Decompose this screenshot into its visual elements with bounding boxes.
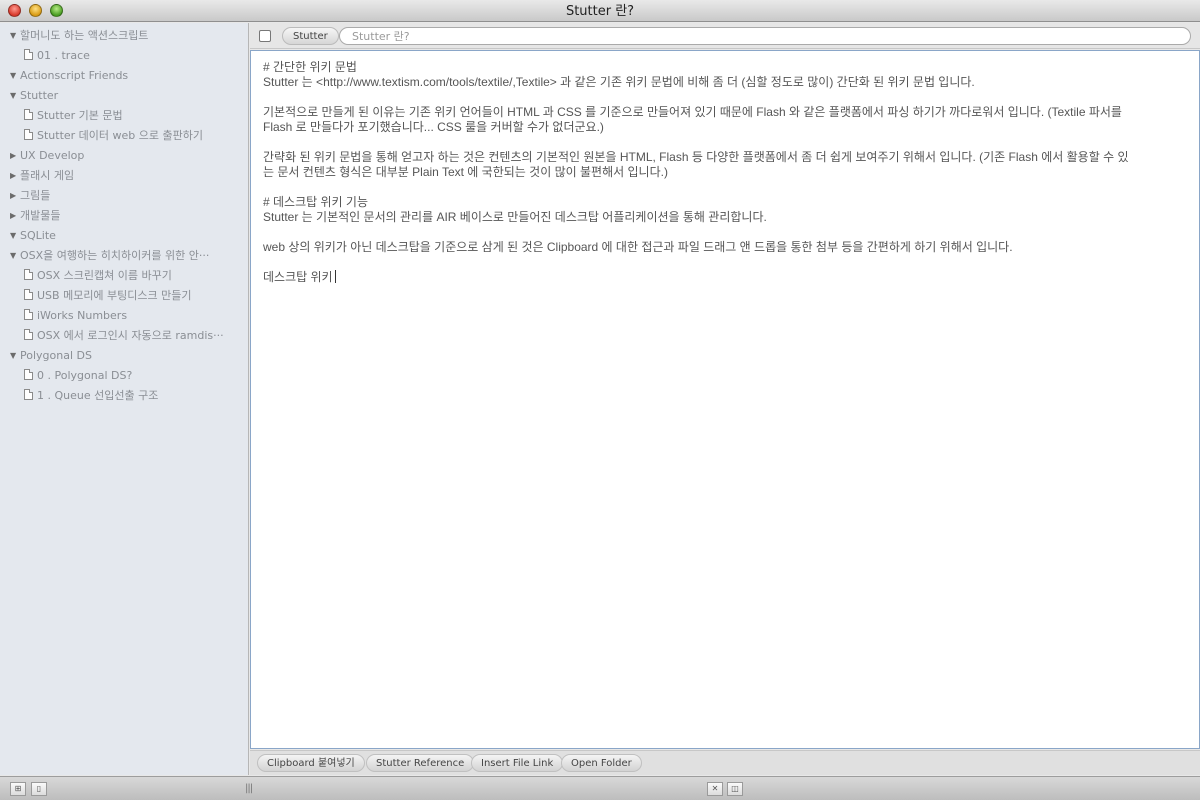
sidebar-item-label: Stutter 데이터 web 으로 출판하기 — [37, 129, 203, 142]
status-bar: ⊞ ▯ ||| ✕ ◫ — [0, 776, 1200, 800]
document-icon — [24, 109, 33, 120]
sidebar-item-label: SQLite — [20, 229, 56, 242]
editor-line: 간략화 된 위키 문법을 통해 얻고자 하는 것은 컨텐츠의 기본적인 원본을 … — [263, 150, 1129, 164]
disclosure-open-icon[interactable]: ▼ — [10, 66, 20, 86]
text-editor[interactable]: # 간단한 위키 문법 Stutter 는 <http://www.textism… — [250, 50, 1200, 749]
sidebar-item-label: 0 . Polygonal DS? — [37, 369, 133, 382]
stutter-reference-button[interactable]: Stutter Reference — [366, 754, 475, 772]
editor-line: web 상의 위키가 아닌 데스크탑을 기준으로 삼게 된 것은 Clipboa… — [263, 240, 1013, 254]
sidebar-item-label: 01 . trace — [37, 49, 90, 62]
editor-line: 는 문서 컨텐츠 형식은 대부분 Plain Text 에 국한되는 것이 많이… — [263, 165, 668, 179]
document-icon — [24, 309, 33, 320]
sidebar-item-label: Stutter — [20, 89, 59, 102]
minimize-window-button[interactable] — [29, 4, 42, 17]
sidebar-item-label: OSX 에서 로그인시 자동으로 ramdis··· — [37, 329, 224, 342]
disclosure-closed-icon[interactable]: ▶ — [10, 186, 20, 206]
text-caret — [334, 270, 336, 283]
sidebar-document[interactable]: iWorks Numbers — [0, 306, 248, 326]
editor-line: Stutter 는 <http://www.textism.com/tools/… — [263, 75, 975, 89]
sidebar-document[interactable]: OSX 스크린캡쳐 이름 바꾸기 — [0, 266, 248, 286]
sidebar-document[interactable]: OSX 에서 로그인시 자동으로 ramdis··· — [0, 326, 248, 346]
disclosure-open-icon[interactable]: ▼ — [10, 26, 20, 46]
sidebar-tree: ▼ 할머니도 하는 액션스크립트 01 . trace ▼ Actionscript F… — [0, 23, 249, 775]
sidebar-item-label: USB 메모리에 부팅디스크 만들기 — [37, 289, 192, 302]
editor-line: # 데스크탑 위키 기능 — [263, 195, 368, 209]
sidebar-item-label: Stutter 기본 문법 — [37, 109, 123, 122]
hierarchy-icon[interactable]: ⊞ — [10, 782, 26, 796]
sidebar-folder[interactable]: ▶ 그림들 — [0, 186, 248, 206]
sidebar-item-label: 개발물들 — [20, 209, 61, 222]
sidebar-item-label: 플래시 게임 — [20, 169, 75, 182]
bottom-button-bar: Clipboard 붙여넣기 Stutter Reference Insert … — [250, 750, 1200, 775]
sidebar-folder[interactable]: ▶ 플래시 게임 — [0, 166, 248, 186]
sidebar-document[interactable]: 0 . Polygonal DS? — [0, 366, 248, 386]
window-title: Stutter 란? — [565, 4, 635, 19]
sidebar-folder[interactable]: ▼ Polygonal DS — [0, 346, 248, 366]
disclosure-closed-icon[interactable]: ▶ — [10, 146, 20, 166]
editor-line: 데스크탑 위키 — [263, 270, 1187, 285]
document-icon — [24, 329, 33, 340]
sidebar-folder[interactable]: ▼ Stutter — [0, 86, 248, 106]
document-title-input[interactable] — [339, 27, 1191, 45]
document-icon — [24, 129, 33, 140]
document-icon — [24, 369, 33, 380]
editor-line: Flash 로 만들다가 포기했습니다... CSS 룰을 커버할 수가 없더군… — [263, 120, 604, 134]
disclosure-open-icon[interactable]: ▼ — [10, 246, 20, 266]
close-window-button[interactable] — [8, 4, 21, 17]
close-icon[interactable]: ✕ — [707, 782, 723, 796]
disclosure-open-icon[interactable]: ▼ — [10, 346, 20, 366]
sidebar-folder[interactable]: ▼ SQLite — [0, 226, 248, 246]
sidebar-item-label: UX Develop — [20, 149, 85, 162]
sidebar-item-label: OSX 스크린캡쳐 이름 바꾸기 — [37, 269, 172, 282]
sidebar-folder[interactable]: ▼ OSX을 여행하는 히치하이커를 위한 안··· — [0, 246, 248, 266]
editor-line: Stutter 는 기본적인 문서의 관리를 AIR 베이스로 만들어진 데스크… — [263, 210, 767, 224]
sidebar-item-label: Polygonal DS — [20, 349, 92, 362]
disclosure-closed-icon[interactable]: ▶ — [10, 166, 20, 186]
document-checkbox[interactable] — [259, 30, 271, 42]
sidebar-folder[interactable]: ▼ Actionscript Friends — [0, 66, 248, 86]
disclosure-open-icon[interactable]: ▼ — [10, 226, 20, 246]
sidebar-item-label: 그림들 — [20, 189, 51, 202]
sidebar-document[interactable]: 01 . trace — [0, 46, 248, 66]
zoom-window-button[interactable] — [50, 4, 63, 17]
open-folder-button[interactable]: Open Folder — [561, 754, 642, 772]
document-icon — [24, 389, 33, 400]
document-toolbar: Stutter — [250, 23, 1200, 49]
sidebar-document[interactable]: Stutter 데이터 web 으로 출판하기 — [0, 126, 248, 146]
sidebar-document[interactable]: Stutter 기본 문법 — [0, 106, 248, 126]
sidebar-item-label: OSX을 여행하는 히치하이커를 위한 안··· — [20, 249, 210, 262]
document-icon — [24, 269, 33, 280]
sidebar-document[interactable]: USB 메모리에 부팅디스크 만들기 — [0, 286, 248, 306]
document-icon — [24, 49, 33, 60]
title-bar: Stutter 란? — [0, 0, 1200, 22]
insert-file-link-button[interactable]: Insert File Link — [471, 754, 564, 772]
sidebar-document[interactable]: 1 . Queue 선입선출 구조 — [0, 386, 248, 406]
sidebar-item-label: 할머니도 하는 액션스크립트 — [20, 29, 149, 42]
sidebar-folder[interactable]: ▶ 개발물들 — [0, 206, 248, 226]
window-icon[interactable]: ◫ — [727, 782, 743, 796]
tag-button[interactable]: Stutter — [282, 27, 339, 45]
clipboard-paste-button[interactable]: Clipboard 붙여넣기 — [257, 754, 365, 772]
sidebar-folder[interactable]: ▼ 할머니도 하는 액션스크립트 — [0, 26, 248, 46]
editor-line: # 간단한 위키 문법 — [263, 60, 357, 74]
disclosure-open-icon[interactable]: ▼ — [10, 86, 20, 106]
sidebar-item-label: 1 . Queue 선입선출 구조 — [37, 389, 159, 402]
disclosure-closed-icon[interactable]: ▶ — [10, 206, 20, 226]
editor-line: 기본적으로 만들게 된 이유는 기존 위키 언어들이 HTML 과 CSS 를 … — [263, 105, 1122, 119]
splitter-grip-icon[interactable]: ||| — [245, 783, 253, 794]
document-icon — [24, 289, 33, 300]
sidebar-item-label: Actionscript Friends — [20, 69, 129, 82]
new-document-icon[interactable]: ▯ — [31, 782, 47, 796]
sidebar-item-label: iWorks Numbers — [37, 309, 128, 322]
sidebar-folder[interactable]: ▶ UX Develop — [0, 146, 248, 166]
